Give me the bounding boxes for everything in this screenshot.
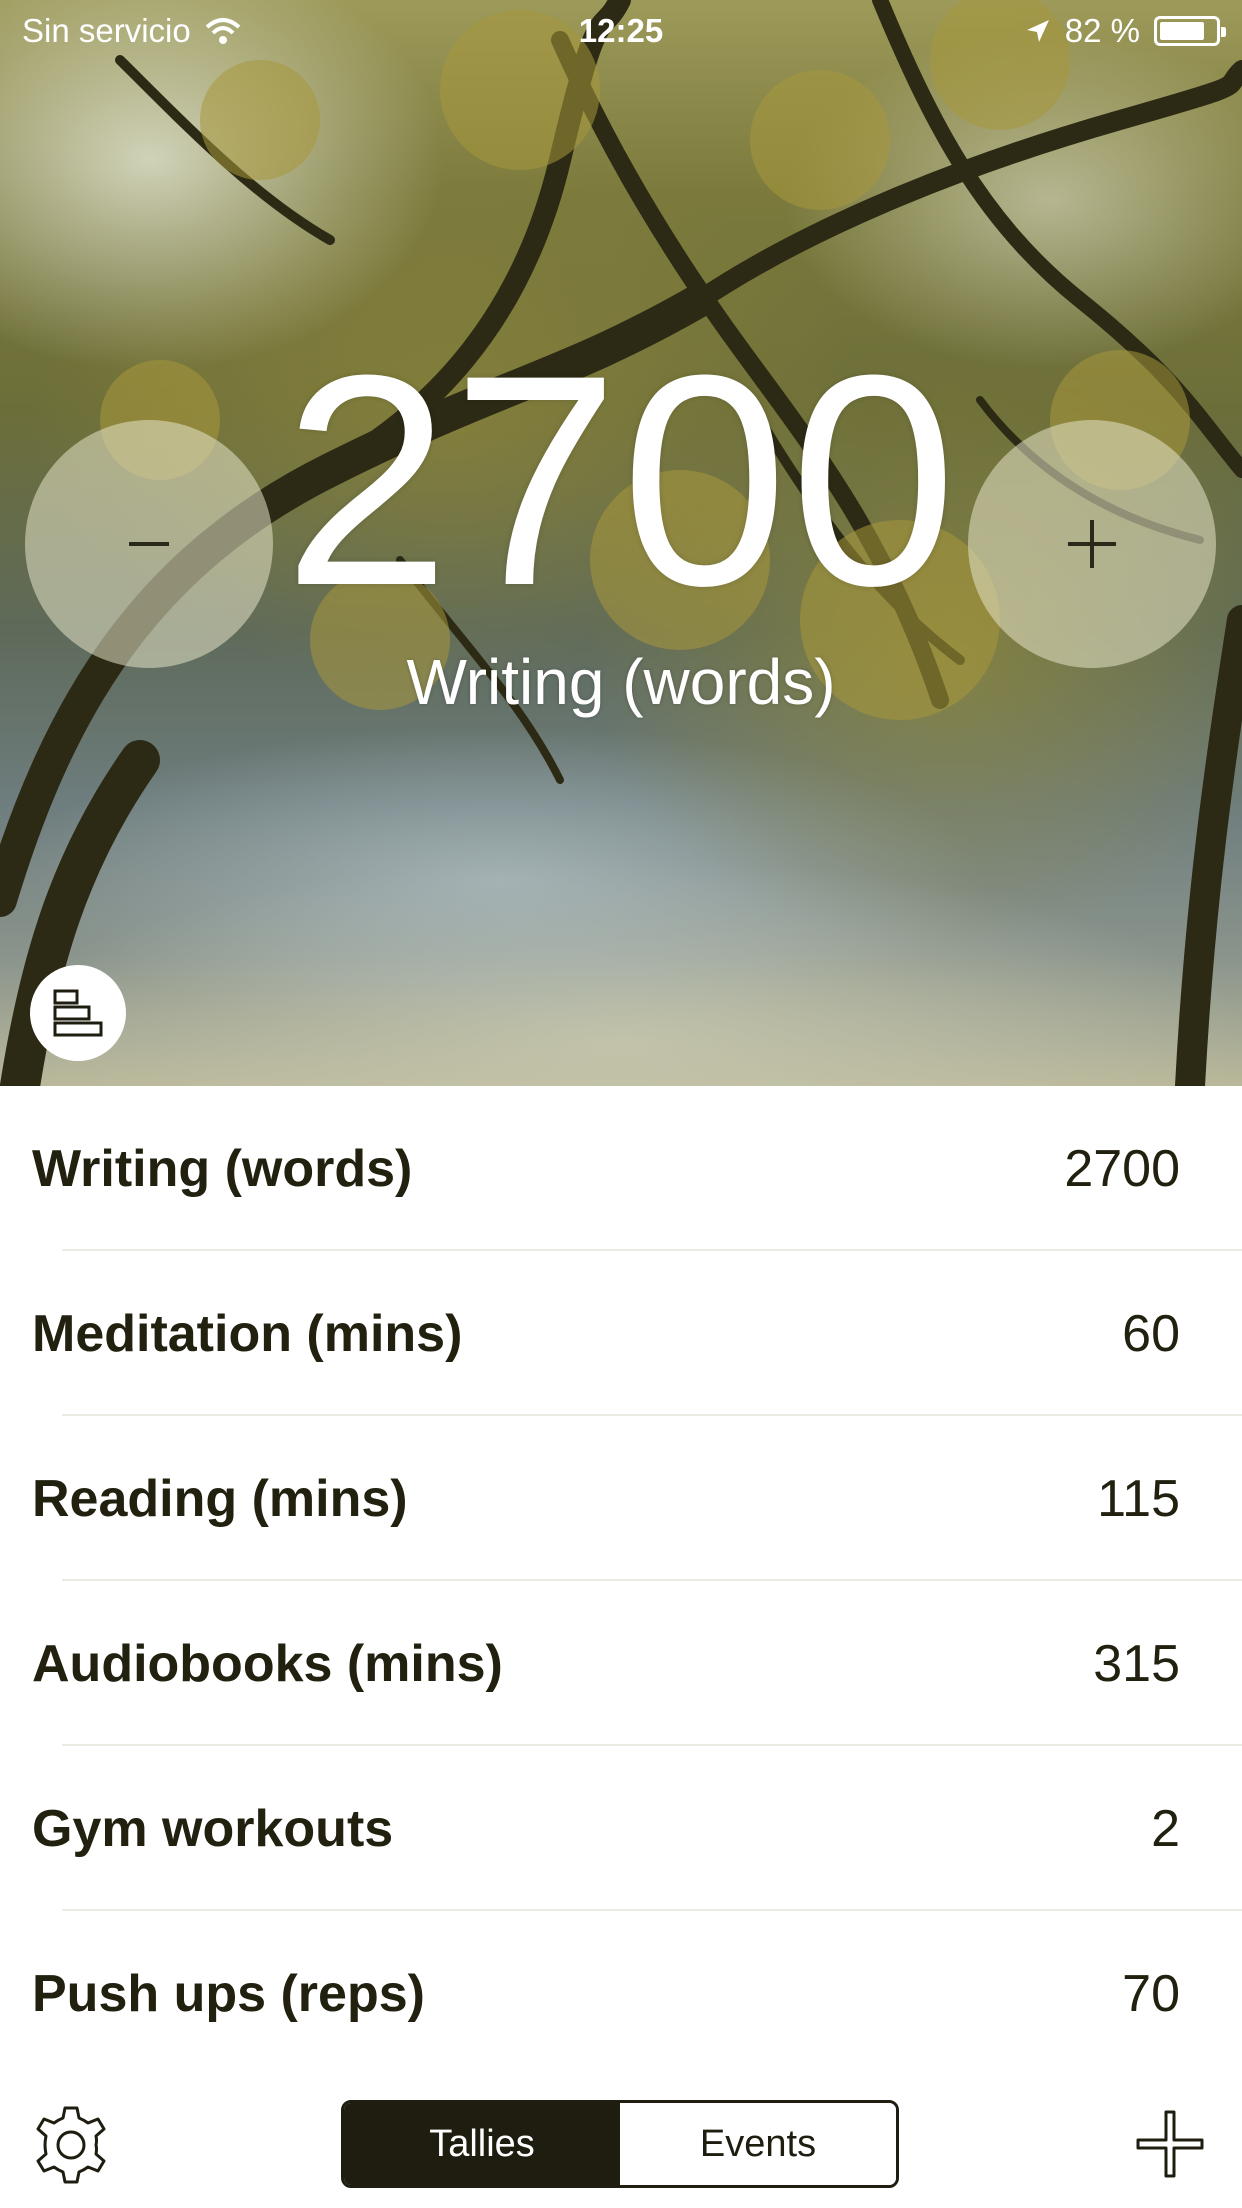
- stats-button[interactable]: [30, 965, 126, 1061]
- tab-events[interactable]: Events: [620, 2103, 896, 2185]
- tally-value: 2: [1151, 1799, 1180, 1858]
- list-item[interactable]: Audiobooks (mins) 315: [0, 1581, 1242, 1746]
- tally-name: Reading (mins): [32, 1469, 408, 1528]
- tally-name: Meditation (mins): [32, 1304, 463, 1363]
- tab-tallies[interactable]: Tallies: [344, 2103, 620, 2185]
- bar-chart-icon: [53, 989, 103, 1037]
- battery-icon: [1154, 16, 1226, 46]
- status-bar: Sin servicio 12:25 82 %: [0, 0, 1242, 60]
- hero-background: Sin servicio 12:25 82 % 2700 Writing (wo…: [0, 0, 1242, 1086]
- battery-percent: 82 %: [1064, 12, 1140, 49]
- tally-name: Push ups (reps): [32, 1964, 425, 2023]
- plus-icon: [1068, 520, 1116, 568]
- list-item[interactable]: Gym workouts 2: [0, 1746, 1242, 1911]
- gear-icon: [36, 2106, 106, 2184]
- tally-name: Gym workouts: [32, 1799, 394, 1858]
- battery-fill: [1160, 22, 1204, 40]
- list-item[interactable]: Reading (mins) 115: [0, 1416, 1242, 1581]
- status-right: 82 %: [1025, 12, 1226, 50]
- settings-button[interactable]: [28, 2102, 114, 2188]
- tally-value: 60: [1122, 1304, 1180, 1363]
- list-item[interactable]: Writing (words) 2700: [0, 1086, 1242, 1251]
- bottom-toolbar: Tallies Events: [0, 2072, 1242, 2208]
- tallies-list: Writing (words) 2700 Meditation (mins) 6…: [0, 1086, 1242, 2076]
- tally-value: 115: [1097, 1469, 1180, 1528]
- add-tally-button[interactable]: [1134, 2108, 1206, 2180]
- view-segmented-control: Tallies Events: [341, 2100, 899, 2188]
- tally-name: Writing (words): [32, 1139, 413, 1198]
- list-item[interactable]: Push ups (reps) 70: [0, 1911, 1242, 2076]
- plus-icon: [1136, 2110, 1204, 2178]
- location-arrow-icon: [1026, 20, 1049, 42]
- tally-value: 2700: [1064, 1139, 1180, 1198]
- tally-value: 315: [1093, 1634, 1180, 1693]
- list-item[interactable]: Meditation (mins) 60: [0, 1251, 1242, 1416]
- battery-tip: [1221, 27, 1226, 37]
- tally-name: Audiobooks (mins): [32, 1634, 503, 1693]
- increment-button[interactable]: [968, 420, 1216, 668]
- tally-value: 70: [1122, 1964, 1180, 2023]
